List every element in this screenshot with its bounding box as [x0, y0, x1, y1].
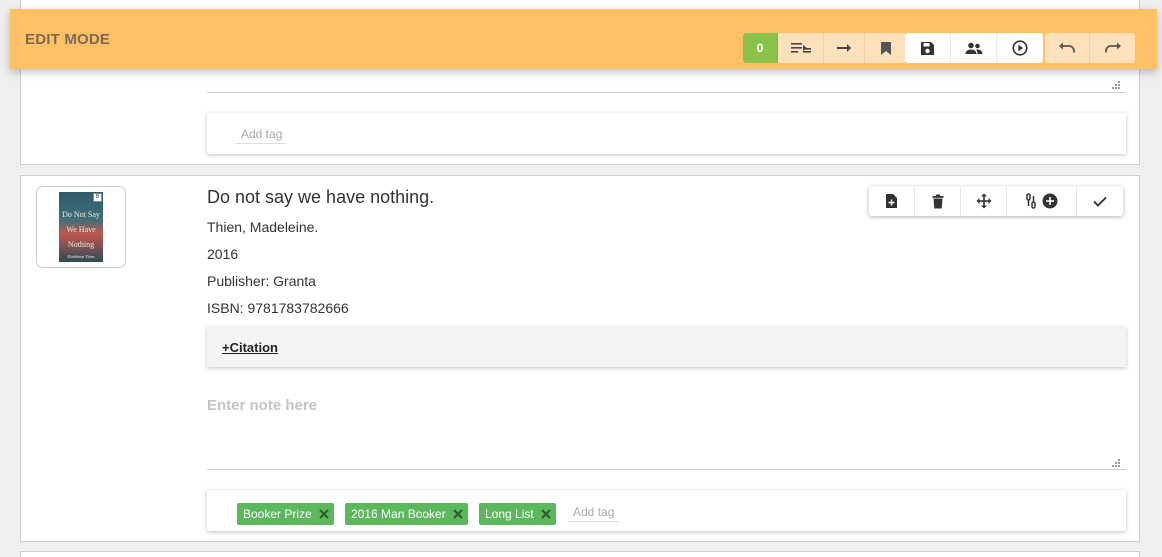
note-textarea[interactable]: Enter note here	[207, 397, 317, 414]
record-card: Do Not Say We Have Nothing Madeleine Thi…	[20, 175, 1140, 542]
record-isbn: ISBN: 9781783782666	[207, 300, 349, 316]
bookmark-icon	[880, 41, 891, 55]
record-actions	[869, 186, 1123, 216]
add-document-button[interactable]	[869, 186, 915, 216]
cover-title-line-3: Nothing	[67, 240, 95, 249]
tag-chip: 2016 Man Booker	[345, 503, 468, 525]
selection-toolbar: 0	[743, 33, 906, 63]
selected-count-badge[interactable]: 0	[743, 33, 778, 63]
cover-title-line-2: We Have	[66, 225, 96, 234]
sort-button[interactable]	[778, 33, 824, 63]
cover-author: Madeleine Thien	[67, 254, 95, 259]
move-button[interactable]	[961, 186, 1007, 216]
resize-grip-icon[interactable]	[1111, 458, 1121, 468]
add-tag-input[interactable]: Add tag	[236, 127, 288, 144]
redo-button[interactable]	[1090, 33, 1135, 63]
add-citation-link[interactable]: +Citation	[222, 340, 278, 355]
trash-icon	[932, 194, 943, 208]
arrow-right-icon	[837, 44, 851, 52]
record-publisher: Publisher: Granta	[207, 273, 316, 289]
record-toolbar	[905, 33, 1043, 63]
record-card-next	[20, 551, 1140, 557]
add-link-button[interactable]	[1007, 186, 1077, 216]
book-cover[interactable]: Do Not Say We Have Nothing Madeleine Thi…	[36, 186, 126, 268]
confirm-button[interactable]	[1077, 186, 1123, 216]
tag-label: 2016 Man Booker	[351, 507, 446, 521]
play-button[interactable]	[997, 33, 1043, 63]
add-tag-input[interactable]: Add tag	[568, 505, 620, 522]
share-users-button[interactable]	[951, 33, 997, 63]
plus-circle-icon	[1042, 193, 1057, 209]
check-icon	[1093, 196, 1107, 207]
move-right-button[interactable]	[824, 33, 865, 63]
save-button[interactable]	[905, 33, 951, 63]
add-file-icon	[886, 194, 897, 208]
remove-tag-icon[interactable]	[540, 508, 552, 520]
bookmark-button[interactable]	[865, 33, 906, 63]
undo-button[interactable]	[1045, 33, 1090, 63]
undo-icon	[1059, 42, 1075, 53]
resize-grip-icon[interactable]	[1111, 80, 1121, 90]
move-arrows-icon	[976, 193, 991, 209]
history-toolbar	[1045, 33, 1135, 63]
edit-mode-bar: EDIT MODE 0	[10, 9, 1157, 69]
tag-label: Booker Prize	[243, 507, 312, 521]
record-year: 2016	[207, 246, 239, 262]
delete-button[interactable]	[915, 186, 961, 216]
users-icon	[965, 42, 982, 54]
remove-tag-icon[interactable]	[452, 508, 464, 520]
record-title: Do not say we have nothing.	[207, 187, 435, 207]
link-icon	[1025, 193, 1036, 209]
tag-box: Booker Prize 2016 Man Booker Long List A…	[207, 490, 1126, 531]
note-divider	[207, 92, 1126, 93]
format-badge-icon: B	[93, 193, 102, 202]
tag-chip: Booker Prize	[237, 503, 334, 525]
citation-panel: +Citation	[207, 327, 1126, 367]
tag-label: Long List	[485, 507, 534, 521]
tag-chip: Long List	[479, 503, 556, 525]
cover-title-line-1: Do Not Say	[62, 210, 100, 219]
book-cover-image: Do Not Say We Have Nothing Madeleine Thi…	[59, 192, 103, 262]
save-icon	[921, 41, 934, 55]
note-divider	[207, 469, 1126, 470]
tag-box: Add tag	[207, 113, 1126, 154]
remove-tag-icon[interactable]	[318, 508, 330, 520]
record-author: Thien, Madeleine.	[207, 219, 319, 235]
sort-list-icon	[790, 43, 811, 53]
play-circle-icon	[1012, 40, 1028, 56]
edit-mode-label: EDIT MODE	[25, 31, 111, 48]
redo-icon	[1104, 42, 1121, 53]
